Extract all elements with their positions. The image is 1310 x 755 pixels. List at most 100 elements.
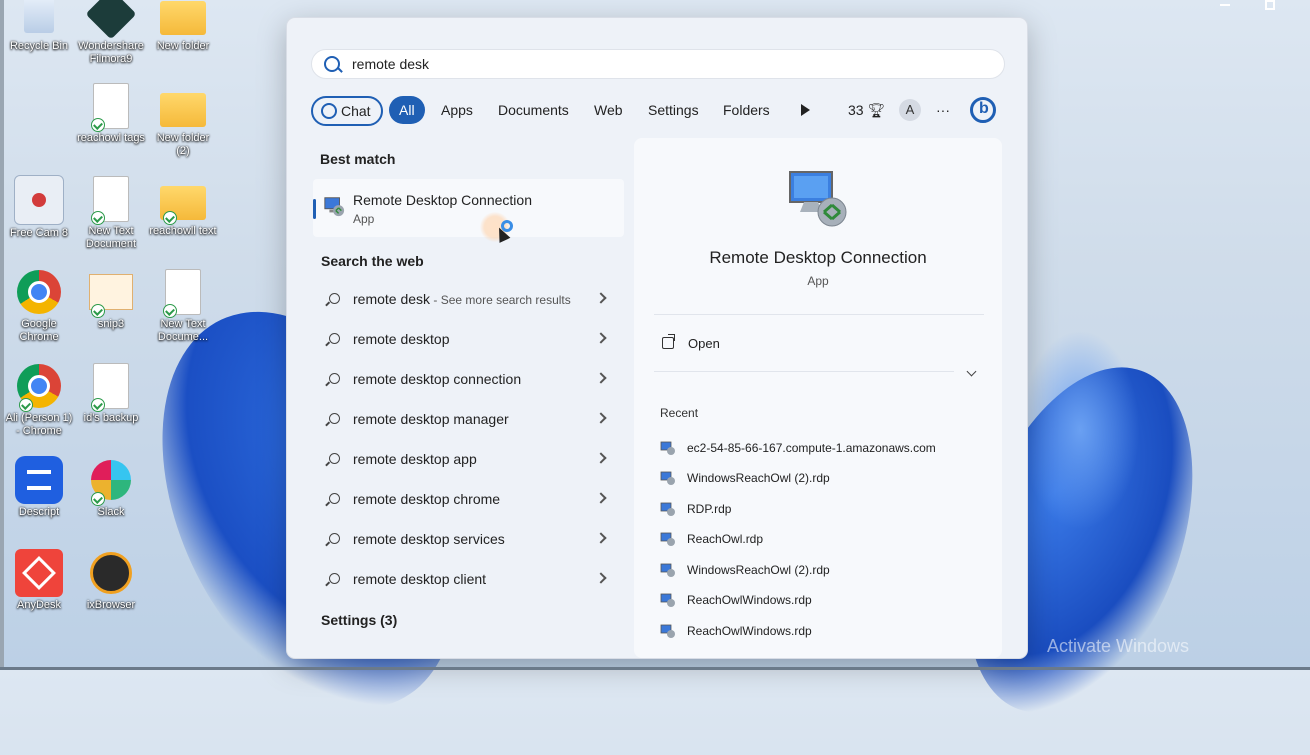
desktop-icon-label: Google Chrome <box>19 318 59 343</box>
slack-icon <box>87 456 135 506</box>
remote-desktop-file-icon <box>660 624 675 638</box>
tab-label: All <box>399 102 415 118</box>
tab-label: Folders <box>723 102 770 118</box>
chevron-right-icon <box>595 372 607 384</box>
tab-label: Apps <box>441 102 473 118</box>
desktop-icon-label: reachowll text <box>149 225 217 237</box>
desktop-icon-label: New Text Document <box>85 225 137 250</box>
search-filter-tabs: Chat All Apps Documents Web Settings Fol… <box>311 96 1011 126</box>
recent-item-label: ReachOwlWindows.rdp <box>687 624 812 638</box>
tab-settings[interactable]: Settings <box>638 96 709 124</box>
avatar[interactable]: A <box>899 99 921 121</box>
detail-subtitle: App <box>807 274 829 288</box>
best-match-item[interactable]: Remote Desktop Connection App <box>313 179 624 237</box>
web-suggestion[interactable]: remote desktop manager <box>313 399 624 439</box>
bing-icon[interactable] <box>970 97 996 123</box>
trophy-icon: 🏆︎ <box>867 102 886 118</box>
chevron-right-icon <box>595 332 607 344</box>
desktop-icon-snip3[interactable]: snip3 <box>77 268 145 331</box>
best-match-heading: Best match <box>320 151 396 167</box>
desktop-icon-ids-backup[interactable]: id's backup <box>77 362 145 425</box>
desktop-icon-label: New Text Docume... <box>157 318 209 343</box>
desktop-icon-slack[interactable]: Slack <box>77 456 145 519</box>
desktop-icon-recycle-bin[interactable]: Recycle Bin <box>5 0 73 53</box>
suggestion-text: remote desktop app <box>353 451 477 467</box>
desktop-icon-reachowll-text[interactable]: reachowll text <box>149 175 217 238</box>
anydesk-icon <box>15 549 63 597</box>
tab-all[interactable]: All <box>389 96 425 124</box>
desktop-icon-chrome-profile[interactable]: Ali (Person 1) - Chrome <box>5 362 73 438</box>
desktop-icon-google-chrome[interactable]: Google Chrome <box>5 268 73 344</box>
desktop-icon-reachowl-tags[interactable]: reachowl tags <box>77 82 145 145</box>
descript-icon <box>15 456 63 504</box>
suggestion-text: remote desktop services <box>353 531 505 547</box>
best-match-type: App <box>353 212 375 226</box>
desktop-icon-free-cam[interactable]: Free Cam 8 <box>5 175 73 240</box>
web-suggestion[interactable]: remote desktop chrome <box>313 479 624 519</box>
divider <box>654 314 984 315</box>
document-icon <box>87 175 135 225</box>
desktop-icon-label: Recycle Bin <box>9 40 69 52</box>
desktop-icon-new-folder[interactable]: New folder <box>149 0 217 53</box>
desktop-icon-label: snip3 <box>97 318 125 330</box>
tab-chat[interactable]: Chat <box>311 96 383 126</box>
desktop-icon-new-folder-2[interactable]: New folder (2) <box>149 82 217 158</box>
filmora-icon <box>85 0 137 40</box>
tab-web[interactable]: Web <box>584 96 633 124</box>
tab-apps[interactable]: Apps <box>431 96 483 124</box>
desktop-icon-filmora[interactable]: Wondershare Filmora9 <box>77 0 145 66</box>
desktop-icon-new-text-document[interactable]: New Text Document <box>77 175 145 251</box>
chevron-right-icon <box>595 572 607 584</box>
ixbrowser-icon <box>87 549 135 597</box>
tab-documents[interactable]: Documents <box>488 96 579 124</box>
more-filters-play-icon[interactable] <box>801 104 810 116</box>
desktop-icon-ixbrowser[interactable]: ixBrowser <box>77 549 145 612</box>
bing-chat-icon <box>321 103 337 119</box>
web-suggestion[interactable]: remote desktop <box>313 319 624 359</box>
detail-pane: Remote Desktop Connection App Open Recen… <box>634 138 1002 658</box>
desktop-icon-label: New folder (2) <box>156 132 210 157</box>
recent-item-label: WindowsReachOwl (2).rdp <box>687 563 830 577</box>
desktop-icon-anydesk[interactable]: AnyDesk <box>5 549 73 612</box>
desktop-icon-label: Ali (Person 1) - Chrome <box>5 412 73 437</box>
suggestion-extra: - See more search results <box>430 293 571 307</box>
recent-item-label: RDP.rdp <box>687 502 732 516</box>
tab-label: Documents <box>498 102 569 118</box>
search-box[interactable]: remote desk <box>311 49 1005 79</box>
web-suggestion[interactable]: remote desktop client <box>313 559 624 599</box>
folder-icon <box>159 0 207 38</box>
recycle-bin-icon <box>15 0 63 38</box>
settings-heading[interactable]: Settings (3) <box>321 612 397 628</box>
desktop-icon-new-text-document-2[interactable]: New Text Docume... <box>149 268 217 344</box>
chevron-right-icon <box>595 532 607 544</box>
sync-check-icon <box>91 398 105 412</box>
more-options-button[interactable]: ··· <box>926 96 960 124</box>
desktop-icon-label: Descript <box>18 506 60 518</box>
search-input[interactable]: remote desk <box>352 56 429 72</box>
web-suggestion[interactable]: remote desktop services <box>313 519 624 559</box>
desktop-icon-descript[interactable]: Descript <box>5 456 73 519</box>
chrome-profile-icon <box>15 362 63 412</box>
sync-check-icon <box>91 492 105 506</box>
sync-check-icon <box>19 398 33 412</box>
rewards-points[interactable]: 33 🏆︎ <box>838 96 895 124</box>
search-icon <box>329 493 340 504</box>
web-suggestion[interactable]: remote desktop app <box>313 439 624 479</box>
tab-folders[interactable]: Folders <box>713 96 780 124</box>
minimize-icon[interactable] <box>1220 0 1230 6</box>
web-suggestion[interactable]: remote desk - See more search results <box>313 279 624 319</box>
web-suggestion[interactable]: remote desktop connection <box>313 359 624 399</box>
points-value: 33 <box>848 102 864 118</box>
tab-label: Web <box>594 102 623 118</box>
chevron-right-icon <box>595 452 607 464</box>
open-label: Open <box>688 336 720 351</box>
chevron-right-icon <box>595 412 607 424</box>
desktop-icon-label: reachowl tags <box>77 132 145 144</box>
chevron-down-icon[interactable] <box>966 366 977 377</box>
desktop-icon-label: id's backup <box>83 412 139 424</box>
selection-indicator <box>313 199 316 219</box>
suggestion-text: remote desk <box>353 291 431 307</box>
restore-icon[interactable] <box>1265 0 1275 10</box>
recent-item-label: WindowsReachOwl (2).rdp <box>687 471 830 485</box>
image-file-icon <box>87 268 135 318</box>
